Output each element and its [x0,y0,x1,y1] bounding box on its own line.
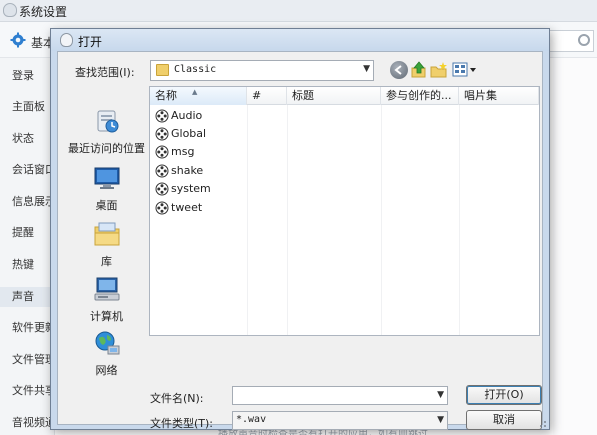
folder-icon [156,64,169,76]
sidebar-item-reminder[interactable]: 提醒 [0,223,55,243]
settings-scrollbar[interactable] [553,58,597,435]
search-icon[interactable] [578,34,590,46]
file-type-value: *.wav [236,414,267,425]
open-button[interactable]: 打开(O) [466,385,542,405]
list-item[interactable]: tweet [155,199,202,217]
file-name-input[interactable]: ▼ [232,386,448,405]
column-title[interactable]: 标题 [287,87,381,105]
back-icon[interactable] [390,61,408,79]
file-type-dropdown[interactable]: *.wav ▼ [232,411,448,430]
place-desktop[interactable]: 桌面 [65,165,148,213]
app-logo-icon [3,3,17,17]
look-in-label: 查找范围(I): [75,66,135,79]
column-divider [287,105,288,335]
settings-search-input[interactable] [548,30,594,52]
dialog-title: 打开 [78,35,103,49]
sort-ascending-icon: ▲ [192,88,198,96]
sidebar-item-chat-window[interactable]: 会话窗口 [0,160,55,180]
places-bar: 最近访问的位置 桌面 库 计算机 网络 [65,86,148,423]
place-label: 最近访问的位置 [68,142,145,155]
computer-icon [94,277,119,301]
film-reel-icon [155,164,169,178]
film-reel-icon [155,201,169,215]
file-name-label: 文件名(N): [150,392,204,405]
list-item[interactable]: shake [155,162,203,180]
sidebar-item-file-management[interactable]: 文件管理 [0,350,55,370]
file-name: Global [171,127,207,140]
column-number[interactable]: # [247,87,287,105]
look-in-value: Classic [174,64,217,75]
app-logo-icon [60,33,73,47]
chevron-down-icon[interactable]: ▼ [437,390,444,400]
cancel-button[interactable]: 取消 [466,410,542,430]
place-label: 网络 [95,364,118,377]
film-reel-icon [155,127,169,141]
network-icon [95,331,119,355]
dialog-titlebar[interactable]: 打开 [51,29,549,51]
libraries-icon [94,222,119,246]
place-label: 库 [101,255,112,268]
chevron-down-icon[interactable]: ▼ [363,64,370,74]
film-reel-icon [155,109,169,123]
list-item[interactable]: msg [155,143,194,161]
place-libraries[interactable]: 库 [65,221,148,269]
chevron-down-icon[interactable]: ▼ [437,415,444,425]
file-name: system [171,182,211,195]
column-divider [381,105,382,335]
sidebar-item-info-display[interactable]: 信息展示 [0,192,55,212]
sidebar-item-main-panel[interactable]: 主面板 [0,97,55,117]
film-reel-icon [155,145,169,159]
gear-icon [10,32,26,48]
film-reel-icon [155,182,169,196]
sidebar-item-file-sharing[interactable]: 文件共享 [0,381,55,401]
view-menu-icon[interactable] [452,61,478,79]
file-list[interactable]: ▲ 名称 # 标题 参与创作的... 唱片集 Audio Global msg [149,86,540,336]
sidebar-item-status[interactable]: 状态 [0,129,55,149]
dialog-body: 查找范围(I): Classic ▼ 最近访问的位置 桌面 库 计算机 网络 ▲… [57,51,543,430]
sidebar-item-software-update[interactable]: 软件更新 [0,318,55,338]
column-divider [459,105,460,335]
file-name: msg [171,145,195,158]
list-item[interactable]: Audio [155,107,202,125]
sidebar-item-av-call[interactable]: 音视频通话 [0,413,55,433]
file-list-header: ▲ 名称 # 标题 参与创作的... 唱片集 [150,87,539,105]
file-name: tweet [171,201,203,214]
sidebar-item-login[interactable]: 登录 [0,66,55,86]
file-name: shake [171,164,204,177]
place-computer[interactable]: 计算机 [65,276,148,324]
desktop-icon [94,167,119,189]
sidebar-item-hotkey[interactable]: 热键 [0,255,55,275]
place-label: 计算机 [90,310,123,323]
place-recent[interactable]: 最近访问的位置 [65,108,148,156]
new-folder-icon[interactable] [430,61,448,79]
place-network[interactable]: 网络 [65,330,148,378]
settings-sidebar: 登录 主面板 状态 会话窗口 信息展示 提醒 热键 声音 软件更新 文件管理 文… [0,58,55,435]
recent-places-icon [97,110,118,133]
column-divider [247,105,248,335]
open-file-dialog: 打开 查找范围(I): Classic ▼ 最近访问的位置 桌面 库 计算机 网… [50,28,550,430]
list-item[interactable]: system [155,180,211,198]
column-album[interactable]: 唱片集 [459,87,539,105]
file-name: Audio [171,109,203,122]
place-label: 桌面 [95,199,118,212]
settings-titlebar: 系统设置 [0,0,597,22]
up-folder-icon[interactable] [410,61,428,79]
column-contributing-artists[interactable]: 参与创作的... [381,87,459,105]
file-type-label: 文件类型(T): [150,417,214,430]
settings-window-title: 系统设置 [19,5,68,19]
resize-grip-icon[interactable] [537,418,547,428]
sidebar-item-sound[interactable]: 声音 [0,287,55,307]
column-header-label: 名称 [155,89,177,102]
list-item[interactable]: Global [155,125,206,143]
column-name[interactable]: ▲ 名称 [150,87,247,105]
look-in-dropdown[interactable]: Classic ▼ [150,60,374,81]
